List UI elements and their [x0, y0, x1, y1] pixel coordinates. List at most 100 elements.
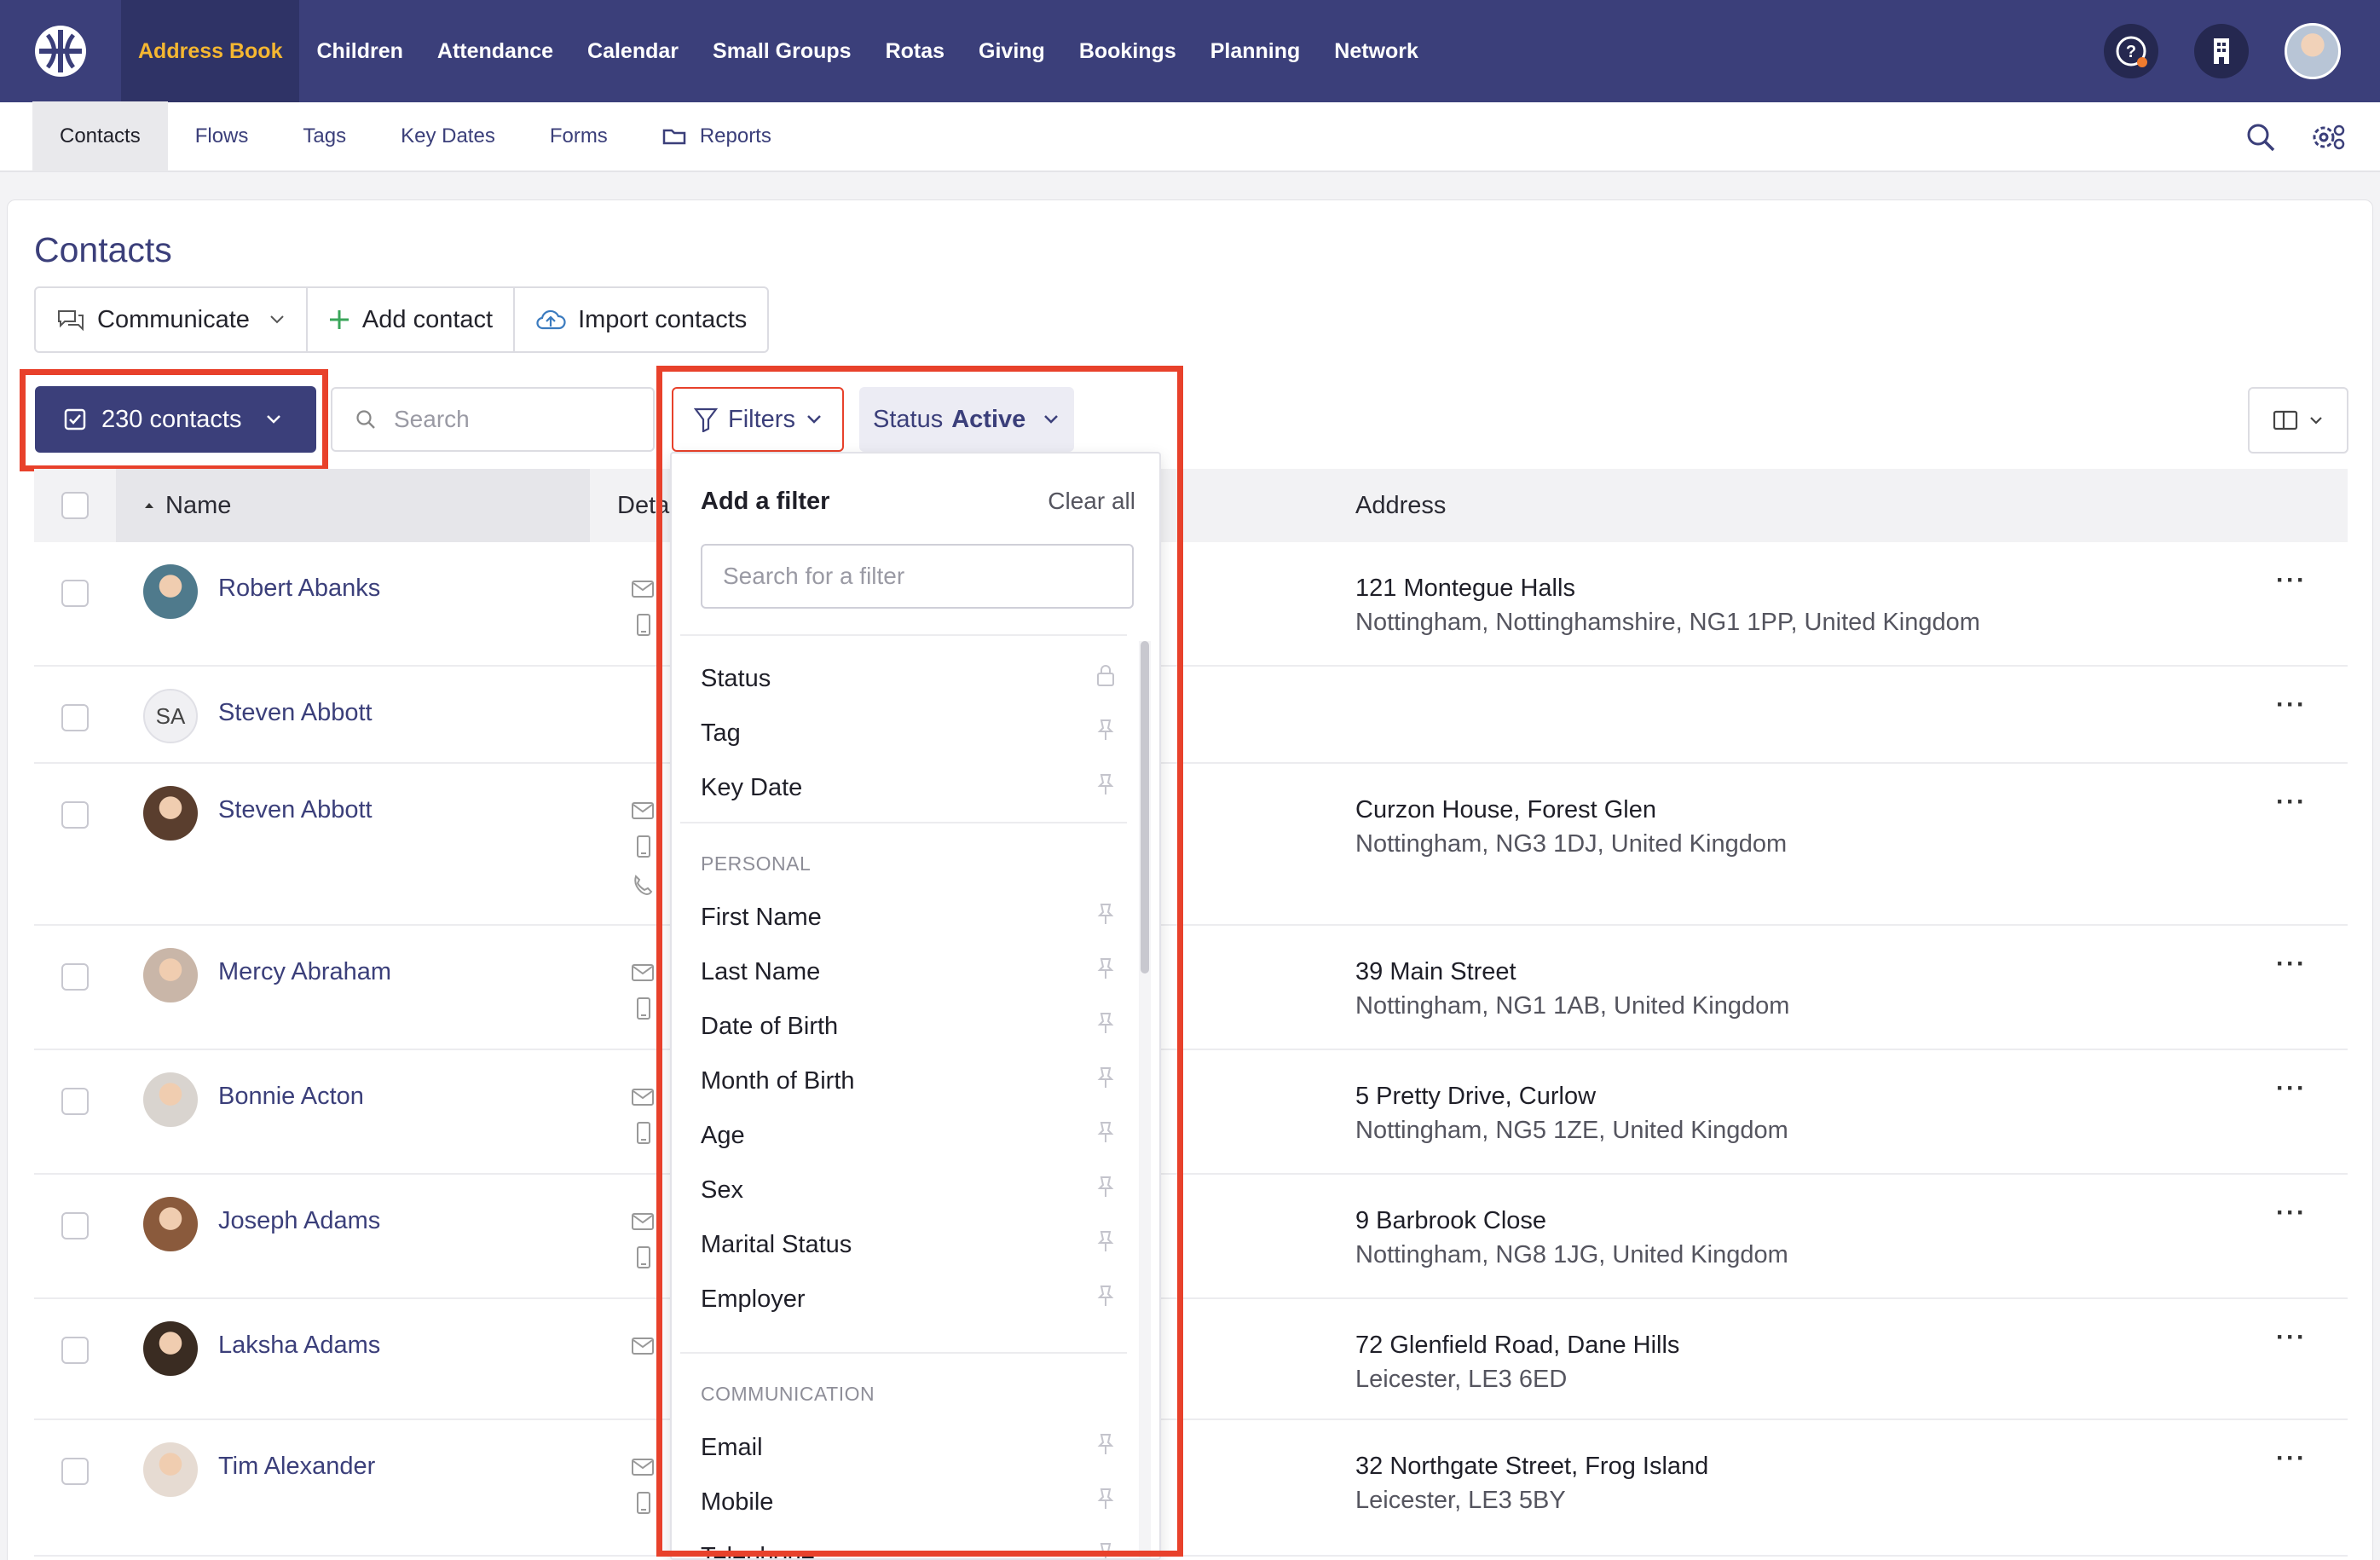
mobile-icon[interactable]	[631, 1121, 655, 1149]
row-menu-icon[interactable]: ···	[2276, 1323, 2307, 1352]
row-checkbox[interactable]	[61, 580, 89, 607]
tab-forms[interactable]: Forms	[523, 101, 635, 171]
chevron-down-icon	[270, 315, 284, 324]
communicate-button[interactable]: Communicate	[36, 288, 308, 351]
row-checkbox[interactable]	[61, 801, 89, 829]
table-row[interactable]: Tim Alexander 32 Northgate Street, Frog I…	[34, 1420, 2348, 1557]
table-row[interactable]: Joseph Adams 9 Barbrook Close Nottingham, …	[34, 1175, 2348, 1299]
row-menu-icon[interactable]: ···	[2276, 788, 2307, 817]
mobile-icon[interactable]	[631, 835, 655, 863]
nav-rotas[interactable]: Rotas	[869, 0, 962, 102]
row-checkbox[interactable]	[61, 704, 89, 731]
table-row[interactable]: SA Steven Abbott ···	[34, 667, 2348, 764]
email-icon[interactable]	[631, 1458, 655, 1481]
contact-name-link[interactable]: Mercy Abraham	[218, 958, 391, 986]
email-icon[interactable]	[631, 801, 655, 824]
row-checkbox[interactable]	[61, 1088, 89, 1115]
avatar	[143, 1197, 198, 1251]
table-row[interactable]: Robert Abanks 121 Montegue Halls Nottingha…	[34, 542, 2348, 667]
building-icon[interactable]	[2194, 24, 2249, 78]
avatar	[143, 1321, 198, 1376]
highlight-filters	[656, 366, 1183, 1557]
top-nav: Address Book Children Attendance Calenda…	[0, 0, 2380, 102]
globe-logo-icon[interactable]	[0, 0, 121, 102]
row-menu-icon[interactable]: ···	[2276, 950, 2307, 979]
detail-icons	[631, 801, 655, 901]
nav-calendar[interactable]: Calendar	[570, 0, 696, 102]
contact-name-link[interactable]: Tim Alexander	[218, 1453, 375, 1481]
address-line-2: Nottingham, NG8 1JG, United Kingdom	[1355, 1241, 1788, 1268]
mobile-icon[interactable]	[631, 1491, 655, 1519]
search-box	[331, 387, 655, 452]
detail-icons	[631, 1088, 655, 1149]
name-column-header[interactable]: Name	[143, 469, 231, 542]
search-icon[interactable]	[2245, 122, 2276, 153]
tab-reports[interactable]: Reports	[635, 101, 799, 171]
tab-flows[interactable]: Flows	[168, 101, 276, 171]
tab-tags[interactable]: Tags	[275, 101, 373, 171]
settings-icon[interactable]	[2310, 122, 2346, 153]
tab-key-dates[interactable]: Key Dates	[373, 101, 523, 171]
import-contacts-button[interactable]: Import contacts	[515, 288, 767, 351]
mobile-icon[interactable]	[631, 613, 655, 641]
tab-contacts[interactable]: Contacts	[32, 101, 168, 171]
select-all[interactable]	[61, 469, 89, 542]
address-line-1: Curzon House, Forest Glen	[1355, 796, 1656, 823]
mobile-icon[interactable]	[631, 997, 655, 1025]
row-checkbox[interactable]	[61, 1337, 89, 1364]
email-icon[interactable]	[631, 963, 655, 986]
avatar	[143, 786, 198, 841]
nav-address-book[interactable]: Address Book	[121, 0, 300, 102]
nav-attendance[interactable]: Attendance	[420, 0, 570, 102]
svg-text:?: ?	[2126, 43, 2136, 61]
user-avatar[interactable]	[2285, 23, 2341, 79]
email-icon[interactable]	[631, 1088, 655, 1111]
table-row[interactable]: Steven Abbott Curzon House, Forest Glen No…	[34, 764, 2348, 926]
select-all-checkbox[interactable]	[61, 492, 89, 519]
columns-button[interactable]	[2248, 387, 2348, 454]
contact-name-link[interactable]: Joseph Adams	[218, 1207, 380, 1235]
email-icon[interactable]	[631, 1337, 655, 1360]
phone-icon[interactable]	[631, 873, 655, 901]
email-icon[interactable]	[631, 1212, 655, 1235]
row-checkbox[interactable]	[61, 963, 89, 991]
contact-name-link[interactable]: Steven Abbott	[218, 699, 373, 727]
nav-bookings[interactable]: Bookings	[1062, 0, 1193, 102]
table-row[interactable]: Mercy Abraham 39 Main Street Nottingham, N…	[34, 926, 2348, 1050]
add-contact-label: Add contact	[361, 305, 494, 333]
contact-name-link[interactable]: Laksha Adams	[218, 1332, 380, 1360]
add-contact-button[interactable]: Add contact	[308, 288, 516, 351]
contact-name-link[interactable]: Steven Abbott	[218, 796, 373, 824]
nav-small-groups[interactable]: Small Groups	[696, 0, 869, 102]
nav-children[interactable]: Children	[299, 0, 419, 102]
import-contacts-label: Import contacts	[578, 305, 748, 333]
table-row[interactable]: Bonnie Acton 5 Pretty Drive, Curlow Nottin…	[34, 1050, 2348, 1175]
search-input[interactable]	[394, 406, 650, 433]
help-icon[interactable]: ?	[2104, 24, 2158, 78]
avatar: SA	[143, 689, 198, 743]
contact-name-link[interactable]: Bonnie Acton	[218, 1083, 364, 1111]
address-line-2: Nottingham, NG3 1DJ, United Kingdom	[1355, 830, 1788, 858]
nav-planning[interactable]: Planning	[1193, 0, 1318, 102]
page-title: Contacts	[34, 230, 172, 269]
contact-name-link[interactable]: Robert Abanks	[218, 575, 380, 603]
row-checkbox[interactable]	[61, 1458, 89, 1485]
address-line-2: Nottingham, NG5 1ZE, United Kingdom	[1355, 1117, 1788, 1144]
avatar	[143, 1072, 198, 1127]
row-checkbox[interactable]	[61, 1212, 89, 1239]
row-menu-icon[interactable]: ···	[2276, 690, 2307, 719]
row-menu-icon[interactable]: ···	[2276, 566, 2307, 595]
email-icon[interactable]	[631, 580, 655, 603]
address-line-2: Leicester, LE3 6ED	[1355, 1366, 1568, 1393]
address-line-1: 9 Barbrook Close	[1355, 1207, 1547, 1234]
address-column-header[interactable]: Address	[1355, 469, 1446, 542]
row-menu-icon[interactable]: ···	[2276, 1074, 2307, 1103]
row-menu-icon[interactable]: ···	[2276, 1199, 2307, 1228]
table-row[interactable]: Laksha Adams 72 Glenfield Road, Dane Hill…	[34, 1299, 2348, 1420]
nav-giving[interactable]: Giving	[962, 0, 1062, 102]
row-menu-icon[interactable]: ···	[2276, 1444, 2307, 1473]
mobile-icon[interactable]	[631, 1245, 655, 1274]
nav-network[interactable]: Network	[1317, 0, 1436, 102]
name-column-label: Name	[165, 491, 232, 519]
folder-icon	[662, 129, 686, 145]
